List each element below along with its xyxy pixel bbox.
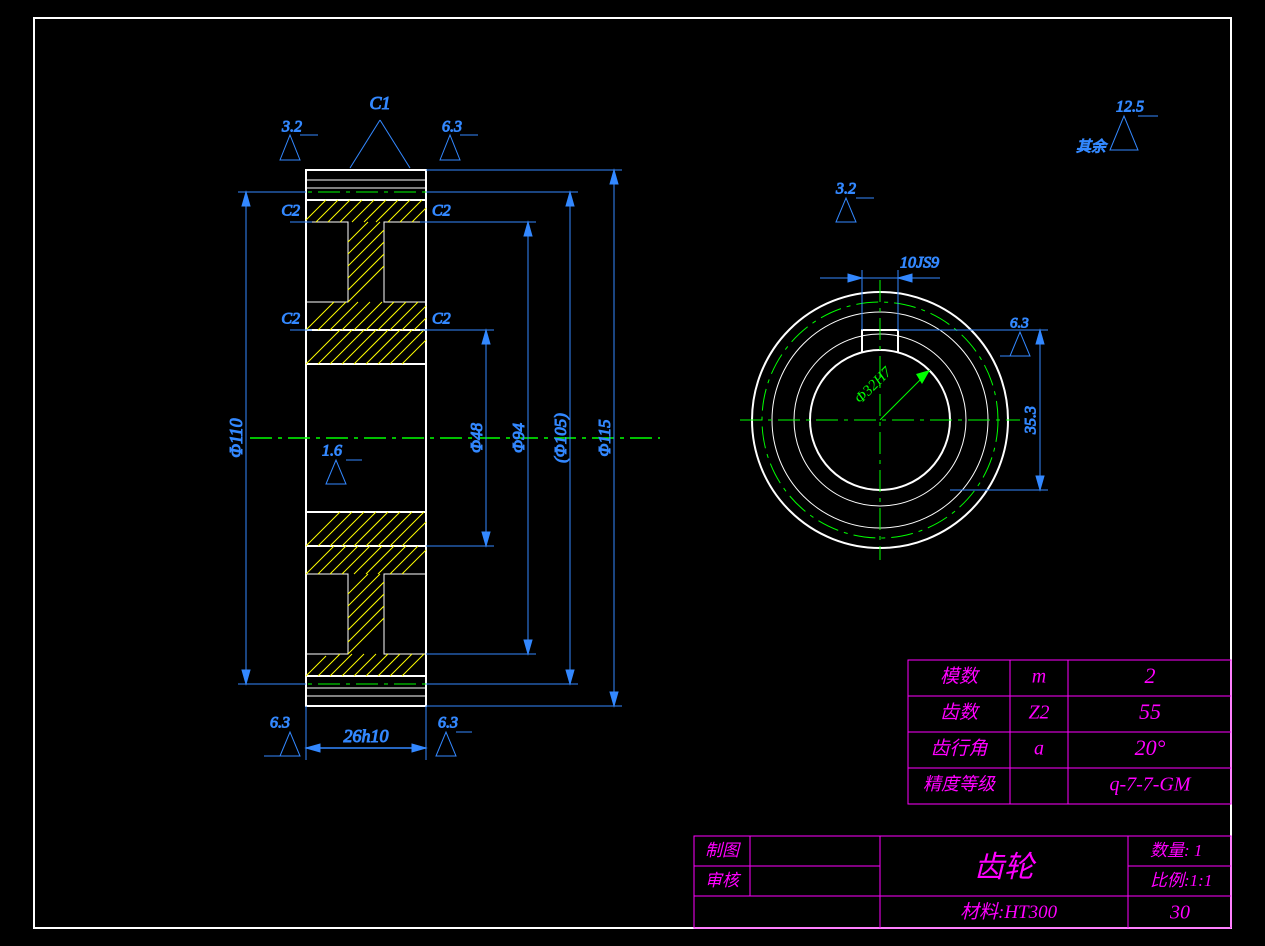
svg-text:C2: C2 xyxy=(281,311,300,328)
svg-text:Φ94: Φ94 xyxy=(509,423,528,453)
dim-bore: Φ32H7 xyxy=(852,363,896,407)
front-view xyxy=(740,280,1020,560)
svg-text:6.3: 6.3 xyxy=(442,119,462,136)
svg-text:数量: 1: 数量: 1 xyxy=(1150,841,1202,860)
svg-text:35.3: 35.3 xyxy=(1023,406,1040,435)
svg-text:模数: 模数 xyxy=(940,666,981,687)
svg-text:30: 30 xyxy=(1169,902,1190,924)
svg-text:精度等级: 精度等级 xyxy=(923,774,996,794)
svg-text:C2: C2 xyxy=(432,311,451,328)
svg-text:6.3: 6.3 xyxy=(1010,315,1029,331)
svg-text:齿数: 齿数 xyxy=(940,702,981,723)
dim-key-height: 35.3 xyxy=(898,330,1048,490)
svg-text:C2: C2 xyxy=(432,203,451,220)
svg-text:比例:1:1: 比例:1:1 xyxy=(1150,871,1212,890)
svg-text:材料:HT300: 材料:HT300 xyxy=(960,902,1058,923)
svg-text:12.5: 12.5 xyxy=(1116,99,1144,116)
title-block: 制图 审核 齿轮 数量: 1 比例:1:1 材料:HT300 30 xyxy=(694,836,1231,928)
svg-text:a: a xyxy=(1034,738,1044,760)
gear-table: 模数 m 2 齿数 Z2 55 齿行角 a 20° 精度等级 q-7-7-GM xyxy=(908,660,1231,804)
dim-width: 26h10 xyxy=(306,706,426,760)
svg-text:3.2: 3.2 xyxy=(281,119,302,136)
sf-right-top: 3.2 xyxy=(835,181,874,222)
svg-text:6.3: 6.3 xyxy=(438,715,458,732)
svg-text:26h10: 26h10 xyxy=(344,726,389,746)
svg-text:C1: C1 xyxy=(369,93,390,113)
svg-text:3.2: 3.2 xyxy=(835,181,856,198)
svg-text:6.3: 6.3 xyxy=(270,715,290,732)
svg-text:制图: 制图 xyxy=(705,841,741,860)
sf-global: 12.5 其余 xyxy=(1076,99,1158,156)
svg-text:审核: 审核 xyxy=(705,871,742,890)
svg-text:其余: 其余 xyxy=(1076,138,1108,155)
svg-text:1.6: 1.6 xyxy=(322,443,342,460)
svg-text:20°: 20° xyxy=(1135,735,1166,760)
drawing-frame xyxy=(34,18,1231,928)
svg-text:(Φ105): (Φ105) xyxy=(551,413,570,463)
svg-text:m: m xyxy=(1032,666,1046,688)
svg-text:齿行角: 齿行角 xyxy=(930,737,988,759)
svg-text:q-7-7-GM: q-7-7-GM xyxy=(1109,774,1191,796)
svg-text:Φ115: Φ115 xyxy=(595,419,614,456)
svg-text:齿轮: 齿轮 xyxy=(974,851,1037,884)
svg-text:Z2: Z2 xyxy=(1028,702,1049,724)
svg-text:10JS9: 10JS9 xyxy=(900,255,939,272)
svg-text:55: 55 xyxy=(1139,699,1161,724)
sf-right-key: 6.3 xyxy=(1000,315,1030,356)
svg-text:Φ48: Φ48 xyxy=(467,423,486,453)
svg-text:2: 2 xyxy=(1145,663,1156,688)
svg-text:C2: C2 xyxy=(281,203,300,220)
drawing-canvas: C1 C2 C2 C2 C2 3.2 6.3 1.6 6.3 6.3 26h10 xyxy=(0,0,1265,946)
svg-text:Φ110: Φ110 xyxy=(226,418,246,457)
